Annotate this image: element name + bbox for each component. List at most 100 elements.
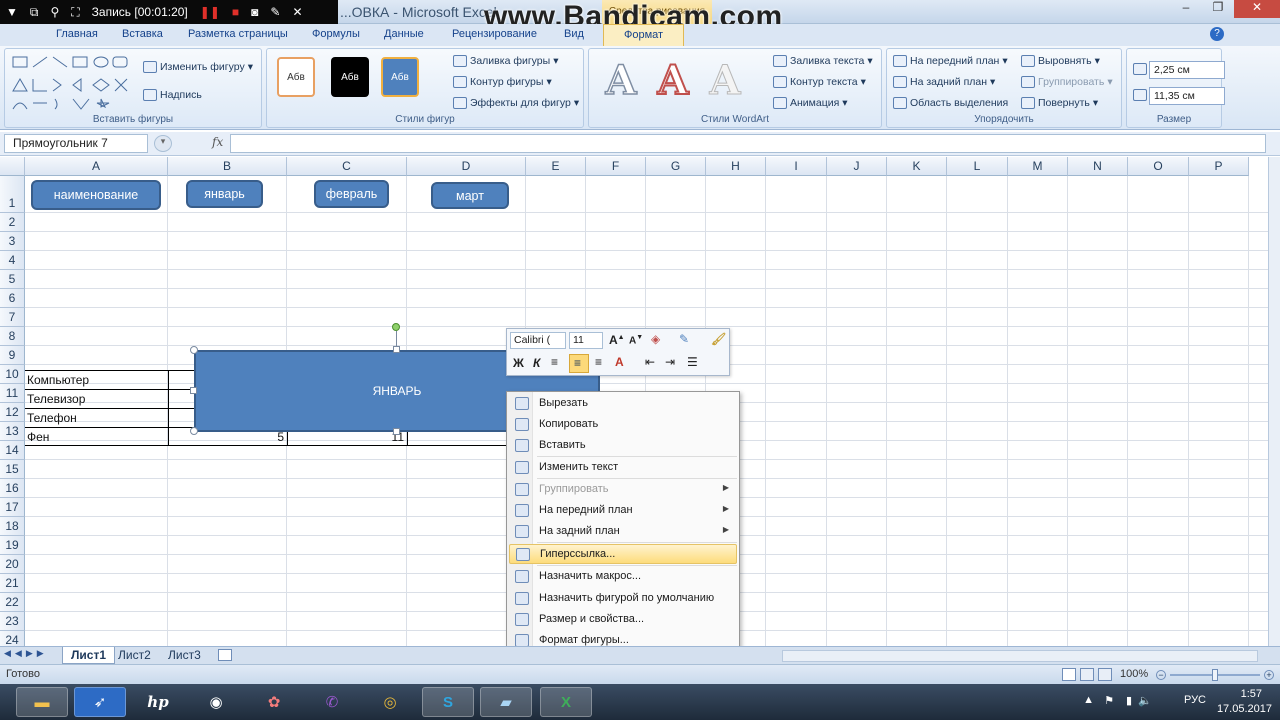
resize-handle-t[interactable] [393, 346, 400, 353]
name-box-dropdown-icon[interactable]: ▾ [154, 135, 172, 152]
change-shape-button[interactable]: Изменить фигуру ▾ [143, 61, 253, 73]
shape-header-jan[interactable]: январь [186, 180, 263, 208]
row-header-4[interactable]: 4 [0, 251, 25, 270]
style-sample-black[interactable]: Абв [331, 57, 369, 97]
column-header-h[interactable]: H [706, 157, 766, 176]
shapes-gallery[interactable] [11, 55, 135, 111]
menu-item-copy[interactable]: Копировать [509, 415, 737, 435]
row-header-7[interactable]: 7 [0, 308, 25, 327]
column-header-c[interactable]: C [287, 157, 407, 176]
style-sample-outline[interactable]: Абв [277, 57, 315, 97]
vertical-scrollbar[interactable] [1268, 157, 1280, 646]
cell-a4[interactable]: Телефон [27, 409, 167, 427]
excel-icon[interactable]: X [540, 687, 592, 717]
row-header-8[interactable]: 8 [0, 327, 25, 346]
minimize-icon[interactable]: – [1170, 0, 1202, 18]
height-field[interactable]: 2,25 см [1149, 61, 1225, 79]
normal-view-icon[interactable] [1062, 668, 1076, 681]
row-header-5[interactable]: 5 [0, 270, 25, 289]
column-header-m[interactable]: M [1008, 157, 1068, 176]
shape-header-mar[interactable]: март [431, 182, 509, 209]
column-header-p[interactable]: P [1189, 157, 1249, 176]
window-icon[interactable]: ⧉ [30, 5, 39, 20]
column-header-o[interactable]: O [1128, 157, 1189, 176]
menu-item-bring-front[interactable]: На передний план ▶ [509, 501, 737, 521]
notes-icon[interactable]: ▰ [480, 687, 532, 717]
stop-icon[interactable]: ■ [232, 5, 239, 19]
format-painter-icon[interactable]: 🖌 [711, 332, 726, 346]
shrink-font-icon[interactable]: A▼ [629, 334, 643, 346]
row-header-14[interactable]: 14 [0, 441, 25, 460]
shape-outline-button[interactable]: Контур фигуры ▾ [453, 76, 552, 88]
fx-icon[interactable]: fx [212, 135, 223, 149]
maximize-icon[interactable]: ❐ [1202, 0, 1234, 18]
text-outline-button[interactable]: Контур текста ▾ [773, 76, 866, 88]
tab-data[interactable]: Данные [384, 28, 424, 40]
row-header-9[interactable]: 9 [0, 346, 25, 365]
wordart-sample-3[interactable]: A [701, 56, 749, 104]
name-box[interactable]: Прямоугольник 7 [4, 134, 148, 153]
close-icon[interactable]: ✕ [292, 5, 302, 19]
language-indicator[interactable]: РУС [1184, 694, 1206, 706]
dropdown-icon[interactable]: ▼ [6, 5, 18, 19]
tab-insert[interactable]: Вставка [122, 28, 163, 40]
tab-view[interactable]: Вид [564, 28, 584, 40]
photo-app-icon[interactable]: ✿ [248, 687, 300, 717]
group-button[interactable]: Группировать ▾ [1021, 76, 1113, 88]
font-color-icon[interactable]: A [615, 355, 624, 369]
chrome-icon[interactable]: ◎ [364, 687, 416, 717]
grow-font-icon[interactable]: A▲ [609, 333, 625, 347]
horizontal-scrollbar[interactable] [782, 650, 1258, 662]
width-field[interactable]: 11,35 см [1149, 87, 1225, 105]
animation-button[interactable]: Анимация ▾ [773, 97, 848, 109]
pause-icon[interactable]: ❚❚ [200, 5, 220, 19]
bold-button[interactable]: Ж [513, 356, 524, 370]
text-box-button[interactable]: Надпись [143, 89, 202, 101]
column-header-a[interactable]: A [25, 157, 168, 176]
resize-handle-l[interactable] [190, 387, 197, 394]
style-sample-blue[interactable]: Абв [381, 57, 419, 97]
row-header-16[interactable]: 16 [0, 479, 25, 498]
column-header-b[interactable]: B [168, 157, 287, 176]
row-header-15[interactable]: 15 [0, 460, 25, 479]
camera-icon[interactable]: ◙ [251, 5, 258, 19]
bullets-icon[interactable]: ☰ [687, 355, 698, 369]
row-header-12[interactable]: 12 [0, 403, 25, 422]
search-icon[interactable]: ⚲ [50, 5, 59, 19]
sheet-nav-arrows-icon[interactable]: ◀◀▶▶ [4, 648, 48, 659]
row-header-22[interactable]: 22 [0, 593, 25, 612]
menu-item-hyperlink[interactable]: Гиперссылка... [509, 544, 737, 564]
new-sheet-icon[interactable] [218, 649, 232, 661]
align-center-button[interactable]: ≡ [569, 354, 589, 373]
cell-a5[interactable]: Фен [27, 428, 167, 446]
zoom-level[interactable]: 100% [1120, 668, 1148, 680]
shape-header-name[interactable]: наименование [31, 180, 161, 210]
column-header-k[interactable]: K [887, 157, 947, 176]
row-header-21[interactable]: 21 [0, 574, 25, 593]
tray-arrow-icon[interactable]: ▲ [1083, 694, 1094, 706]
row-header-10[interactable]: 10 [0, 365, 25, 384]
align-left-icon[interactable]: ≡ [551, 355, 558, 369]
close-window-icon[interactable]: ✕ [1234, 0, 1280, 18]
align-button[interactable]: Выровнять ▾ [1021, 55, 1100, 67]
row-header-1[interactable]: 1 [0, 176, 25, 213]
rotate-button[interactable]: Повернуть ▾ [1021, 97, 1098, 109]
sheet-tab-3[interactable]: Лист3 [160, 647, 209, 664]
page-break-view-icon[interactable] [1098, 668, 1112, 681]
decrease-indent-icon[interactable]: ⇤ [645, 355, 655, 369]
font-name-box[interactable]: Calibri ( [510, 332, 566, 349]
flag-icon[interactable]: ⚑ [1104, 694, 1114, 707]
tab-formulas[interactable]: Формулы [312, 28, 360, 40]
shape-fill-button[interactable]: Заливка фигуры ▾ [453, 55, 558, 67]
page-layout-view-icon[interactable] [1080, 668, 1094, 681]
row-header-20[interactable]: 20 [0, 555, 25, 574]
row-header-23[interactable]: 23 [0, 612, 25, 631]
menu-item-cut[interactable]: Вырезать [509, 394, 737, 414]
crop-icon[interactable]: ⛶ [71, 5, 79, 20]
row-header-3[interactable]: 3 [0, 232, 25, 251]
shape-header-feb[interactable]: февраль [314, 180, 389, 208]
tab-review[interactable]: Рецензирование [452, 28, 537, 40]
send-back-button[interactable]: На задний план ▾ [893, 76, 995, 88]
clock-date[interactable]: 17.05.2017 [1217, 703, 1272, 715]
zoom-out-icon[interactable]: − [1156, 670, 1166, 680]
